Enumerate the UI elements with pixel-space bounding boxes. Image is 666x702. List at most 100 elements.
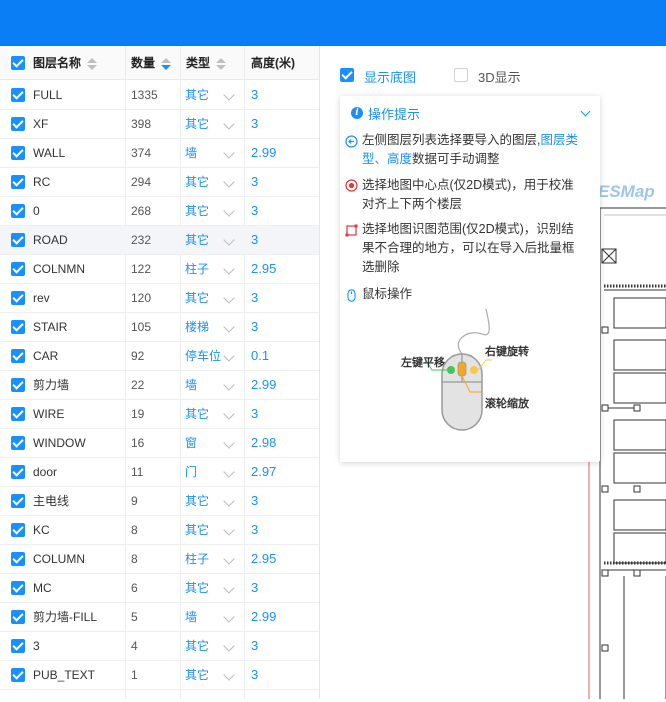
- row-checkbox[interactable]: [11, 378, 25, 392]
- table-row[interactable]: KC 8 其它 3: [0, 516, 319, 545]
- layer-type-select[interactable]: 窗: [185, 429, 197, 458]
- collapse-chevron-icon[interactable]: [580, 106, 591, 117]
- table-row[interactable]: FULL 1335 其它 3: [0, 81, 319, 110]
- row-checkbox[interactable]: [11, 407, 25, 421]
- row-checkbox[interactable]: [11, 494, 25, 508]
- layer-type-select[interactable]: 其它: [185, 661, 209, 690]
- table-row[interactable]: 剪力墙 22 墙 2.99: [0, 371, 319, 400]
- layer-type-select[interactable]: 其它: [185, 632, 209, 661]
- row-checkbox[interactable]: [11, 581, 25, 595]
- layer-type-select[interactable]: 其它: [185, 487, 209, 516]
- layer-type-select[interactable]: 墙: [185, 371, 197, 400]
- row-checkbox[interactable]: [11, 320, 25, 334]
- layer-type-select[interactable]: 停车位: [185, 342, 221, 371]
- layer-type-select[interactable]: 其它: [185, 226, 209, 255]
- layer-height-input[interactable]: 3: [251, 574, 258, 603]
- chevron-down-icon[interactable]: [223, 466, 235, 478]
- chevron-down-icon[interactable]: [223, 147, 235, 159]
- layer-height-input[interactable]: 3: [251, 313, 258, 342]
- layer-height-input[interactable]: 3: [251, 284, 258, 313]
- table-row[interactable]: WALL 374 墙 2.99: [0, 139, 319, 168]
- layer-height-input[interactable]: 3: [251, 197, 258, 226]
- layer-type-select[interactable]: 门: [185, 458, 197, 487]
- row-checkbox[interactable]: [11, 668, 25, 682]
- layer-height-input[interactable]: 2.99: [251, 603, 276, 632]
- layer-height-input[interactable]: 2.97: [251, 458, 276, 487]
- col-header-name[interactable]: 图层名称: [33, 46, 98, 80]
- layer-type-select[interactable]: 墙: [185, 139, 197, 168]
- chevron-down-icon[interactable]: [223, 234, 235, 246]
- layer-height-input[interactable]: 3: [251, 168, 258, 197]
- show-basemap-label[interactable]: 显示底图: [364, 67, 416, 86]
- layer-type-select[interactable]: 其它: [185, 110, 209, 139]
- row-checkbox[interactable]: [11, 639, 25, 653]
- layer-type-select[interactable]: 柱子: [185, 545, 209, 574]
- table-row[interactable]: 剪力墙-FILL 5 墙 2.99: [0, 603, 319, 632]
- chevron-down-icon[interactable]: [223, 379, 235, 391]
- row-checkbox[interactable]: [11, 610, 25, 624]
- layer-height-input[interactable]: 3: [251, 226, 258, 255]
- row-checkbox[interactable]: [11, 88, 25, 102]
- layer-type-select[interactable]: 其它: [185, 168, 209, 197]
- row-checkbox[interactable]: [11, 552, 25, 566]
- layer-height-input[interactable]: 2.95: [251, 545, 276, 574]
- table-row[interactable]: PUB_TEXT 1 其它 3: [0, 661, 319, 690]
- table-row[interactable]: CAR 92 停车位 0.1: [0, 342, 319, 371]
- chevron-down-icon[interactable]: [223, 582, 235, 594]
- show-3d-label[interactable]: 3D显示: [478, 67, 521, 86]
- row-checkbox[interactable]: [11, 291, 25, 305]
- row-checkbox[interactable]: [11, 436, 25, 450]
- table-row[interactable]: rev 120 其它 3: [0, 284, 319, 313]
- table-row[interactable]: ROAD 232 其它 3: [0, 226, 319, 255]
- layer-type-select[interactable]: 其它: [185, 197, 209, 226]
- row-checkbox[interactable]: [11, 175, 25, 189]
- table-row[interactable]: XF 398 其它 3: [0, 110, 319, 139]
- row-checkbox[interactable]: [11, 262, 25, 276]
- chevron-down-icon[interactable]: [223, 205, 235, 217]
- row-checkbox[interactable]: [11, 349, 25, 363]
- layer-height-input[interactable]: 0.1: [251, 342, 269, 371]
- row-checkbox[interactable]: [11, 117, 25, 131]
- chevron-down-icon[interactable]: [223, 437, 235, 449]
- table-row[interactable]: COLUMN 8 柱子 2.95: [0, 545, 319, 574]
- chevron-down-icon[interactable]: [223, 640, 235, 652]
- row-checkbox[interactable]: [11, 465, 25, 479]
- tips-title[interactable]: 操作提示: [368, 104, 420, 123]
- layer-type-select[interactable]: 柱子: [185, 255, 209, 284]
- chevron-down-icon[interactable]: [223, 524, 235, 536]
- chevron-down-icon[interactable]: [223, 321, 235, 333]
- layer-height-input[interactable]: 2.95: [251, 255, 276, 284]
- sort-desc-icon[interactable]: [161, 57, 172, 71]
- table-row[interactable]: WIRE 19 其它 3: [0, 400, 319, 429]
- layer-type-select[interactable]: 其它: [185, 81, 209, 110]
- layer-height-input[interactable]: 3: [251, 81, 258, 110]
- col-header-type[interactable]: 类型: [186, 46, 227, 80]
- layer-height-input[interactable]: 2.99: [251, 371, 276, 400]
- chevron-down-icon[interactable]: [223, 118, 235, 130]
- table-row[interactable]: WINDOW 16 窗 2.98: [0, 429, 319, 458]
- sort-icon[interactable]: [87, 57, 98, 71]
- chevron-down-icon[interactable]: [223, 350, 235, 362]
- chevron-down-icon[interactable]: [223, 89, 235, 101]
- chevron-down-icon[interactable]: [223, 611, 235, 623]
- row-checkbox[interactable]: [11, 204, 25, 218]
- layer-type-select[interactable]: 楼梯: [185, 313, 209, 342]
- table-row[interactable]: RC 294 其它 3: [0, 168, 319, 197]
- layer-type-select[interactable]: 其它: [185, 574, 209, 603]
- chevron-down-icon[interactable]: [223, 176, 235, 188]
- table-row[interactable]: door 11 门 2.97: [0, 458, 319, 487]
- layer-height-input[interactable]: 3: [251, 516, 258, 545]
- chevron-down-icon[interactable]: [223, 263, 235, 275]
- layer-height-input[interactable]: 3: [251, 487, 258, 516]
- chevron-down-icon[interactable]: [223, 408, 235, 420]
- select-all-checkbox[interactable]: [11, 56, 25, 70]
- layer-type-select[interactable]: 其它: [185, 284, 209, 313]
- show-3d-checkbox[interactable]: [454, 68, 468, 82]
- table-row[interactable]: 3 4 其它 3: [0, 632, 319, 661]
- table-row[interactable]: COLNMN 122 柱子 2.95: [0, 255, 319, 284]
- table-row[interactable]: MC 6 其它 3: [0, 574, 319, 603]
- show-basemap-checkbox[interactable]: [340, 68, 354, 82]
- layer-height-input[interactable]: 2.99: [251, 139, 276, 168]
- chevron-down-icon[interactable]: [223, 553, 235, 565]
- layer-height-input[interactable]: 2.98: [251, 429, 276, 458]
